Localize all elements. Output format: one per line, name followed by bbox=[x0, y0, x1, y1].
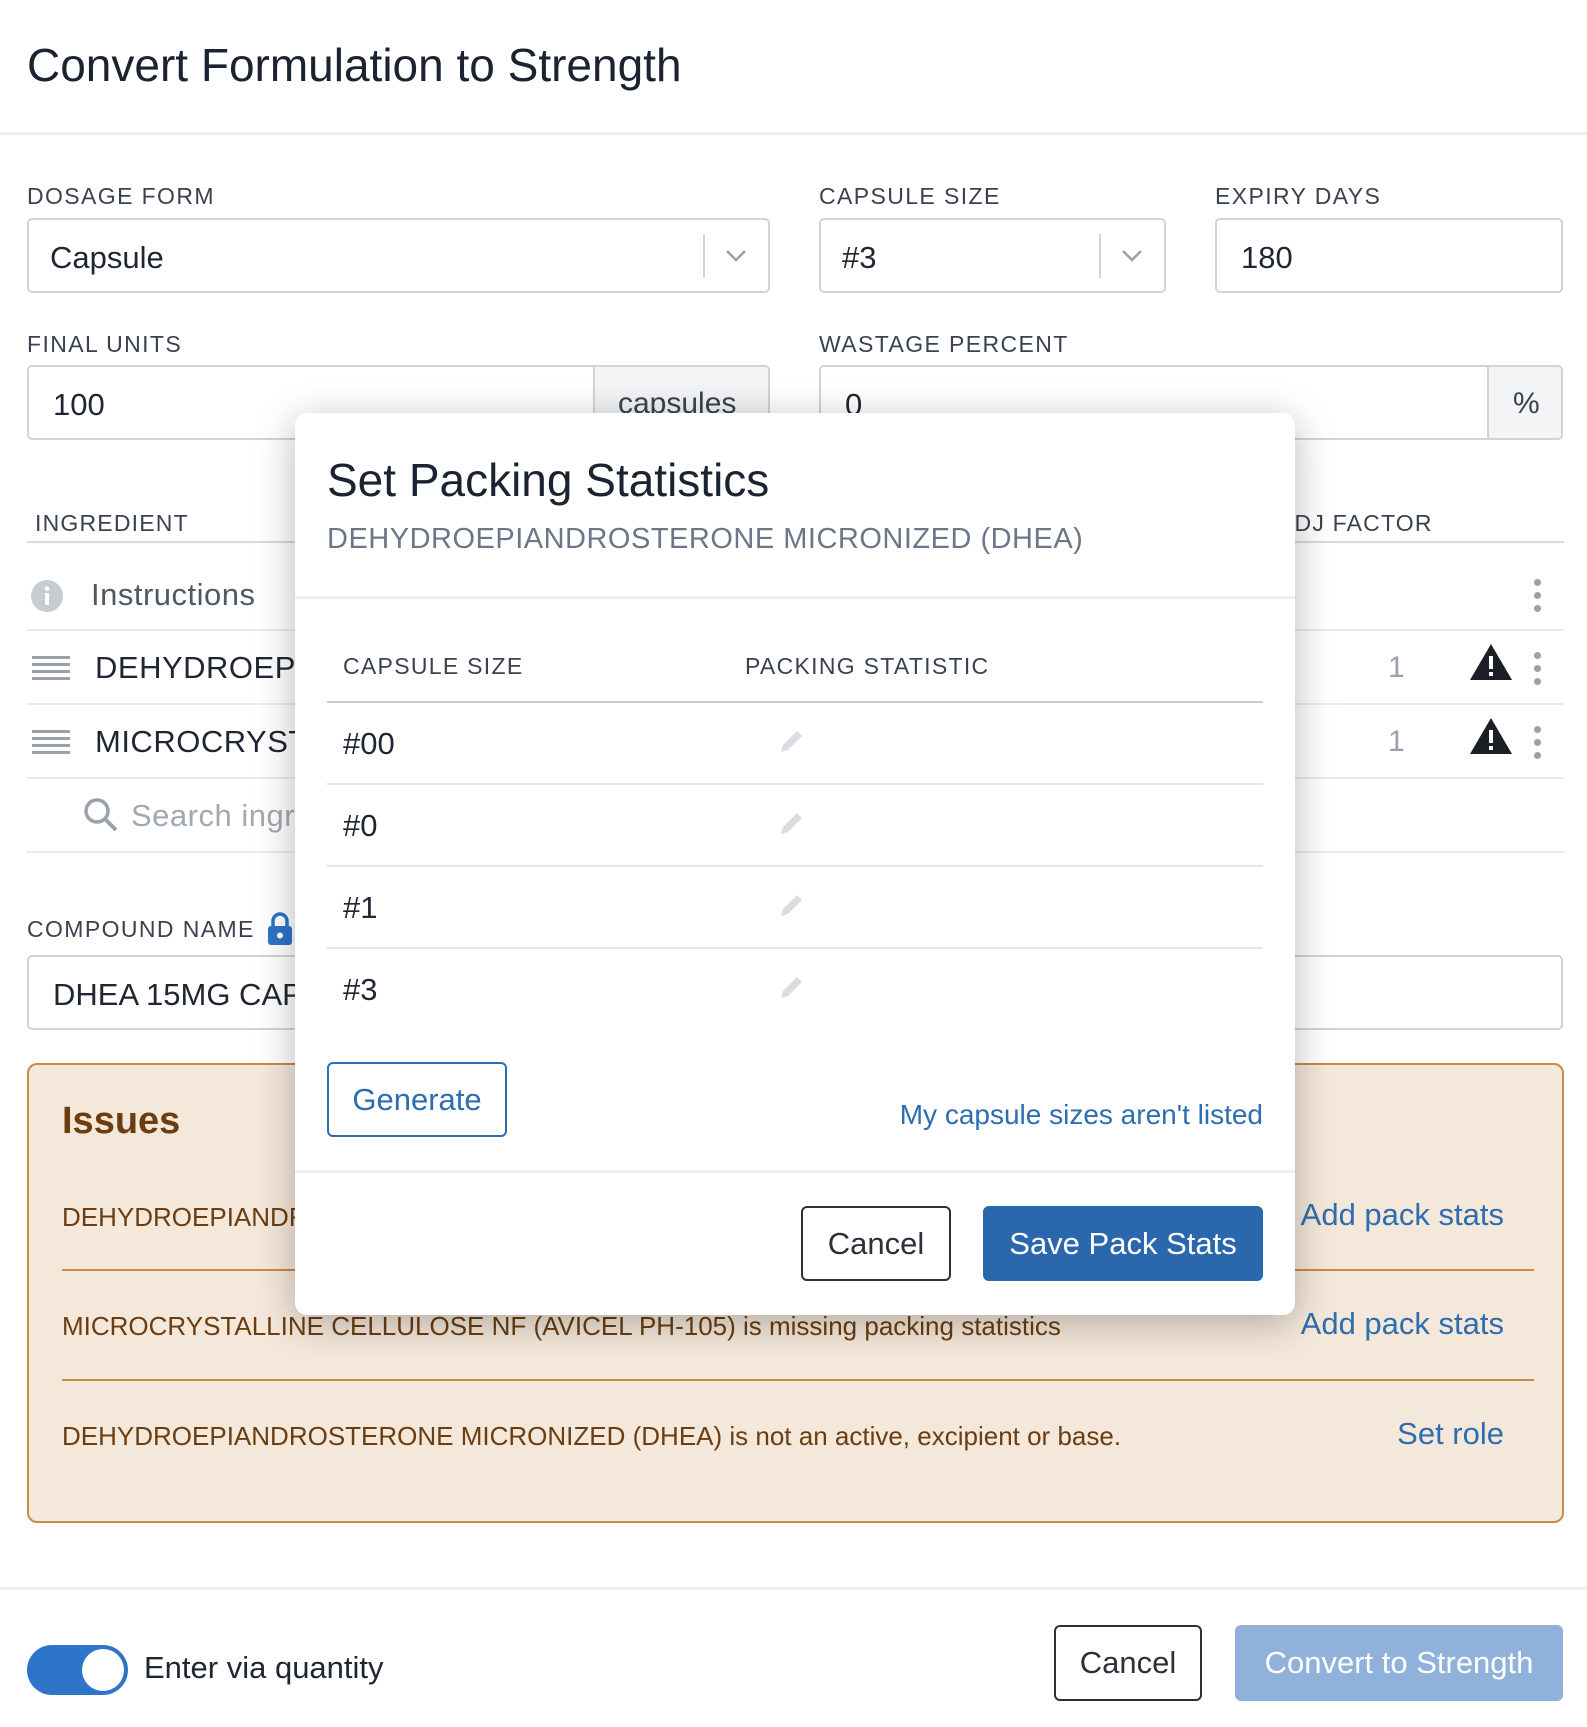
modal-table-header-divider bbox=[327, 701, 1263, 703]
packing-statistic-column-header: PACKING STATISTIC bbox=[745, 653, 990, 679]
dialog-footer: Enter via quantity Cancel Convert to Str… bbox=[0, 1587, 1587, 1727]
final-units-label: FINAL UNITS bbox=[27, 331, 183, 357]
compound-name-label: COMPOUND NAME bbox=[27, 916, 255, 942]
edit-pencil-icon[interactable] bbox=[778, 809, 806, 837]
capsule-size-value: #3 bbox=[842, 240, 877, 275]
capsule-size-select[interactable]: #3 bbox=[819, 218, 1166, 293]
convert-to-strength-button[interactable]: Convert to Strength bbox=[1235, 1625, 1563, 1701]
row-divider bbox=[327, 783, 1263, 785]
set-role-link[interactable]: Set role bbox=[1397, 1416, 1504, 1452]
expiry-days-label: EXPIRY DAYS bbox=[1215, 183, 1382, 209]
add-pack-stats-link[interactable]: Add pack stats bbox=[1301, 1306, 1504, 1342]
issue-text: DEHYDROEPIANDROSTERONE MICRONIZED (DHEA)… bbox=[62, 1421, 1122, 1451]
dosage-form-label: DOSAGE FORM bbox=[27, 183, 215, 209]
modal-header-divider bbox=[295, 596, 1295, 599]
add-pack-stats-link[interactable]: Add pack stats bbox=[1301, 1197, 1504, 1233]
dialog-header: Convert Formulation to Strength bbox=[0, 0, 1587, 135]
generate-button[interactable]: Generate bbox=[327, 1062, 507, 1137]
issues-title: Issues bbox=[62, 1100, 181, 1142]
capsule-size-column-header: CAPSULE SIZE bbox=[343, 653, 524, 679]
issue-text: MICROCRYSTALLINE CELLULOSE NF (AVICEL PH… bbox=[62, 1311, 1061, 1341]
adj-factor-value: 1 bbox=[1388, 651, 1405, 684]
more-options-icon[interactable] bbox=[1534, 579, 1542, 613]
adj-factor-value: 1 bbox=[1388, 725, 1405, 758]
instructions-label: Instructions bbox=[91, 577, 256, 612]
dosage-form-select[interactable]: Capsule bbox=[27, 218, 770, 293]
modal-cancel-button[interactable]: Cancel bbox=[801, 1206, 951, 1281]
ingredient-search-placeholder: Search ingre bbox=[131, 798, 313, 833]
edit-pencil-icon[interactable] bbox=[778, 973, 806, 1001]
capsule-sizes-not-listed-link[interactable]: My capsule sizes aren't listed bbox=[900, 1099, 1263, 1131]
final-units-value: 100 bbox=[53, 387, 105, 422]
capsule-size-cell: #00 bbox=[343, 726, 395, 761]
set-packing-statistics-modal: Set Packing Statistics DEHYDROEPIANDROST… bbox=[295, 413, 1295, 1315]
more-options-icon[interactable] bbox=[1534, 652, 1542, 686]
modal-footer-divider bbox=[295, 1170, 1295, 1173]
more-options-icon[interactable] bbox=[1534, 726, 1542, 760]
edit-pencil-icon[interactable] bbox=[778, 727, 806, 755]
expiry-days-value: 180 bbox=[1241, 240, 1293, 275]
info-icon bbox=[31, 580, 63, 612]
warning-icon bbox=[1470, 718, 1512, 754]
row-divider bbox=[327, 947, 1263, 949]
select-separator bbox=[1099, 234, 1101, 278]
select-separator bbox=[703, 234, 705, 278]
search-icon bbox=[84, 798, 118, 832]
issue-text: DEHYDROEPIANDR bbox=[62, 1202, 308, 1232]
dialog-title: Convert Formulation to Strength bbox=[27, 39, 682, 91]
dosage-form-value: Capsule bbox=[50, 240, 164, 275]
capsule-size-cell: #1 bbox=[343, 890, 378, 925]
compound-name-value: DHEA 15MG CAP bbox=[53, 977, 303, 1012]
capsule-size-cell: #0 bbox=[343, 808, 378, 843]
cancel-button[interactable]: Cancel bbox=[1054, 1625, 1202, 1701]
wastage-percent-label: WASTAGE PERCENT bbox=[819, 331, 1069, 357]
ingredient-name: MICROCRYSTA bbox=[95, 724, 327, 759]
save-pack-stats-button[interactable]: Save Pack Stats bbox=[983, 1206, 1263, 1281]
issue-divider bbox=[62, 1379, 1534, 1381]
capsule-size-cell: #3 bbox=[343, 972, 378, 1007]
lock-icon[interactable] bbox=[266, 911, 294, 947]
wastage-percent-unit: % bbox=[1513, 387, 1540, 420]
drag-handle-icon[interactable] bbox=[32, 654, 70, 682]
drag-handle-icon[interactable] bbox=[32, 728, 70, 756]
row-divider bbox=[327, 865, 1263, 867]
expiry-days-input[interactable]: 180 bbox=[1215, 218, 1563, 293]
toggle-knob bbox=[82, 1649, 124, 1691]
capsule-size-label: CAPSULE SIZE bbox=[819, 183, 1001, 209]
enter-via-quantity-label: Enter via quantity bbox=[144, 1650, 384, 1685]
enter-via-quantity-toggle[interactable] bbox=[27, 1645, 128, 1695]
ingredient-name: DEHYDROEPIA bbox=[95, 650, 327, 685]
adj-factor-column-header: ADJ FACTOR bbox=[1278, 510, 1433, 536]
modal-title: Set Packing Statistics bbox=[327, 454, 770, 506]
chevron-down-icon[interactable] bbox=[1117, 240, 1147, 270]
warning-icon bbox=[1470, 644, 1512, 680]
ingredient-column-header: INGREDIENT bbox=[35, 510, 189, 536]
edit-pencil-icon[interactable] bbox=[778, 891, 806, 919]
wastage-percent-addon: % bbox=[1487, 365, 1563, 440]
modal-subtitle: DEHYDROEPIANDROSTERONE MICRONIZED (DHEA) bbox=[327, 523, 1084, 555]
chevron-down-icon[interactable] bbox=[721, 240, 751, 270]
